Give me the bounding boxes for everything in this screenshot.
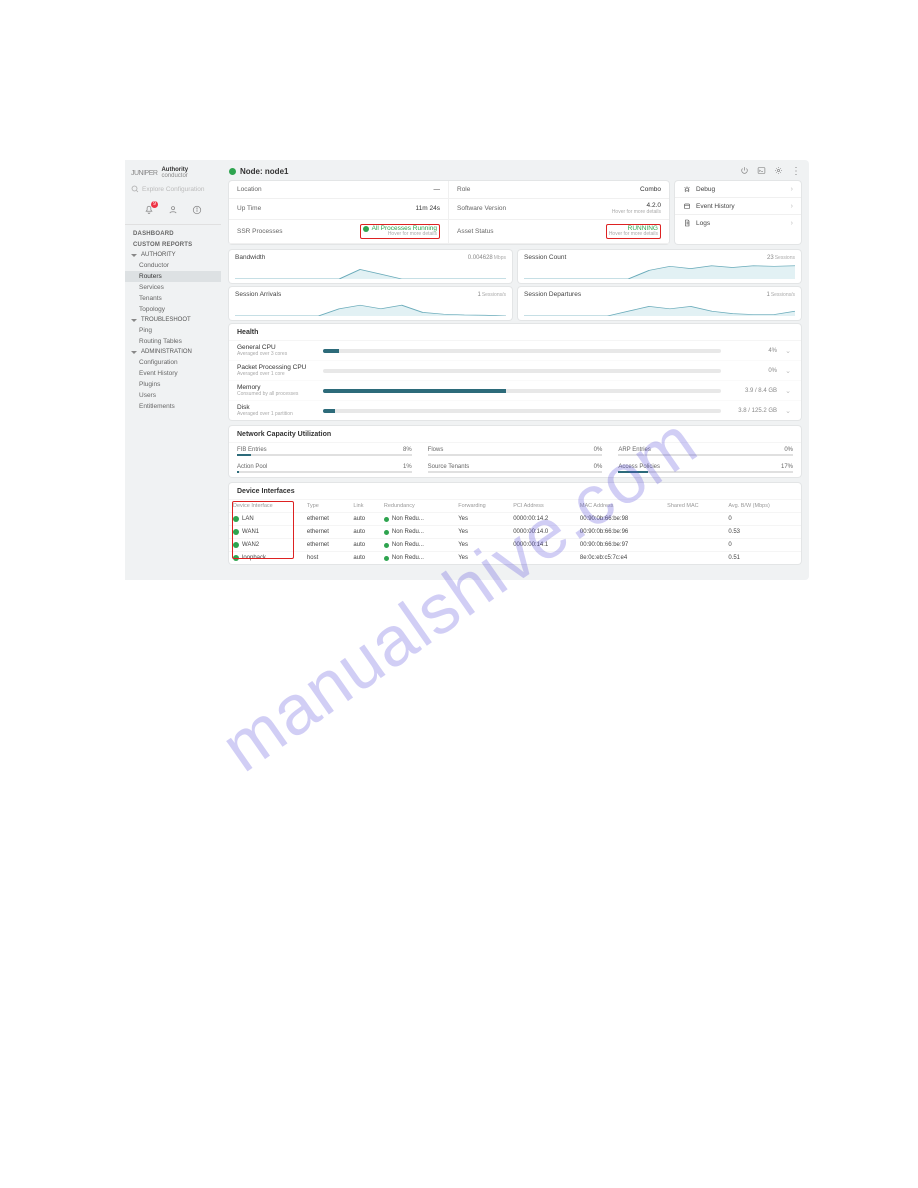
metric-memory[interactable]: MemoryConsumed by all processes3.9 / 8.4… <box>229 381 801 401</box>
actions-card: Debug› Event History› Logs› <box>675 181 801 244</box>
nav-item-services[interactable]: Services <box>125 282 221 293</box>
capacity-source-tenants: Source Tenants0% <box>420 460 611 477</box>
capacity-arp-entries: ARP Entries0% <box>610 443 801 460</box>
event-history-button[interactable]: Event History› <box>675 198 801 215</box>
bell-icon[interactable]: 9 <box>143 204 155 216</box>
sidebar: JUNIPER Authority conductor Explore Conf… <box>125 160 221 580</box>
nav-item-routers[interactable]: Routers <box>125 271 221 282</box>
status-ok-icon <box>384 517 389 522</box>
nav-item-ping[interactable]: Ping <box>125 325 221 336</box>
col-shared-mac[interactable]: Shared MAC <box>663 500 724 513</box>
chevron-down-icon[interactable]: ⌄ <box>783 407 793 415</box>
status-ok-icon <box>229 168 236 175</box>
nav-item-event-history[interactable]: Event History <box>125 368 221 379</box>
col-forwarding[interactable]: Forwarding <box>454 500 509 513</box>
nav-item-conductor[interactable]: Conductor <box>125 260 221 271</box>
capacity-section: Network Capacity Utilization FIB Entries… <box>229 426 801 477</box>
search-icon <box>131 185 139 193</box>
chevron-down-icon[interactable]: ⌄ <box>783 387 793 395</box>
user-icon[interactable] <box>167 204 179 216</box>
nav-item-entitlements[interactable]: Entitlements <box>125 401 221 412</box>
capacity-action-pool: Action Pool1% <box>229 460 420 477</box>
nav-item-users[interactable]: Users <box>125 390 221 401</box>
status-ok-icon <box>233 555 239 561</box>
nav-item-tenants[interactable]: Tenants <box>125 293 221 304</box>
interface-row-lan[interactable]: LANethernetautoNon Redu...Yes0000:00:14.… <box>229 513 801 526</box>
interface-row-wan1[interactable]: WAN1ethernetautoNon Redu...Yes0000:00:14… <box>229 526 801 539</box>
chevron-down-icon[interactable]: ⌄ <box>783 347 793 355</box>
brand-subtitle: conductor <box>161 173 188 179</box>
chart-bandwidth[interactable]: Bandwidth0.004628Mbps <box>229 250 512 283</box>
chart-session-arrivals[interactable]: Session Arrivals1Sessions/s <box>229 287 512 320</box>
capacity-access-policies: Access Policies17% <box>610 460 801 477</box>
capacity-flows: Flows0% <box>420 443 611 460</box>
nav-group-troubleshoot[interactable]: TROUBLESHOOT <box>125 315 221 325</box>
col-avg-b-w-mbps-[interactable]: Avg. B/W (Mbps) <box>724 500 801 513</box>
chart-session-count[interactable]: Session Count23Sessions <box>518 250 801 283</box>
status-ok-icon <box>384 556 389 561</box>
calendar-icon <box>683 202 691 210</box>
metric-packet-processing-cpu[interactable]: Packet Processing CPUAveraged over 1 cor… <box>229 361 801 381</box>
metric-disk[interactable]: DiskAveraged over 1 partition3.8 / 125.2… <box>229 401 801 420</box>
power-icon[interactable] <box>740 166 749 177</box>
chart-session-departures[interactable]: Session Departures1Sessions/s <box>518 287 801 320</box>
bug-icon <box>683 185 691 193</box>
app-shell: JUNIPER Authority conductor Explore Conf… <box>125 160 809 580</box>
processes-status[interactable]: All Processes Running Hover for more det… <box>360 224 440 240</box>
page-title-actions: ⋮ <box>740 166 801 177</box>
status-ok-icon <box>384 543 389 548</box>
logs-button[interactable]: Logs› <box>675 215 801 231</box>
debug-button[interactable]: Debug› <box>675 181 801 198</box>
status-ok-icon <box>233 542 239 548</box>
col-redundancy[interactable]: Redundancy <box>380 500 454 513</box>
node-info-card: Location— RoleCombo Up Time11m 24s Softw… <box>229 181 669 244</box>
capacity-fib-entries: FIB Entries8% <box>229 443 420 460</box>
col-type[interactable]: Type <box>303 500 349 513</box>
search-input[interactable]: Explore Configuration <box>125 182 221 196</box>
col-device-interface[interactable]: Device Interface <box>229 500 303 513</box>
gear-icon[interactable] <box>774 166 783 177</box>
sidebar-toolbar: 9 <box>125 196 221 224</box>
nav-item-topology[interactable]: Topology <box>125 304 221 315</box>
metric-general-cpu[interactable]: General CPUAveraged over 3 cores4%⌄ <box>229 341 801 361</box>
nav-group-administration[interactable]: ADMINISTRATION <box>125 347 221 357</box>
interface-row-loopback[interactable]: loopbackhostautoNon Redu...Yes8e:0c:eb:c… <box>229 552 801 565</box>
notif-badge: 9 <box>151 201 158 208</box>
nav-item-plugins[interactable]: Plugins <box>125 379 221 390</box>
nav-item-routing-tables[interactable]: Routing Tables <box>125 336 221 347</box>
main: Node: node1 ⋮ Location— RoleCombo Up Tim… <box>221 160 809 580</box>
status-ok-icon <box>233 516 239 522</box>
nav-custom-reports[interactable]: CUSTOM REPORTS <box>125 239 221 250</box>
col-mac-address[interactable]: MAC Address <box>576 500 663 513</box>
interface-row-wan2[interactable]: WAN2ethernetautoNon Redu...Yes0000:00:14… <box>229 539 801 552</box>
status-ok-icon <box>384 530 389 535</box>
nav-item-configuration[interactable]: Configuration <box>125 357 221 368</box>
page-title: Node: node1 <box>229 167 288 176</box>
terminal-icon[interactable] <box>757 166 766 177</box>
info-icon[interactable] <box>191 204 203 216</box>
col-link[interactable]: Link <box>349 500 379 513</box>
status-ok-icon <box>233 529 239 535</box>
brand-logo: JUNIPER <box>131 170 157 177</box>
col-pci-address[interactable]: PCI Address <box>509 500 576 513</box>
device-interfaces-section: Device Interfaces Device InterfaceTypeLi… <box>229 483 801 564</box>
asset-status[interactable]: RUNNING Hover for more details <box>606 224 661 240</box>
health-section: Health General CPUAveraged over 3 cores4… <box>229 324 801 420</box>
chevron-down-icon[interactable]: ⌄ <box>783 367 793 375</box>
doc-icon <box>683 219 691 227</box>
brand: JUNIPER Authority conductor <box>125 164 221 182</box>
nav-dashboard[interactable]: DASHBOARD <box>125 228 221 239</box>
nav-group-authority[interactable]: AUTHORITY <box>125 250 221 260</box>
